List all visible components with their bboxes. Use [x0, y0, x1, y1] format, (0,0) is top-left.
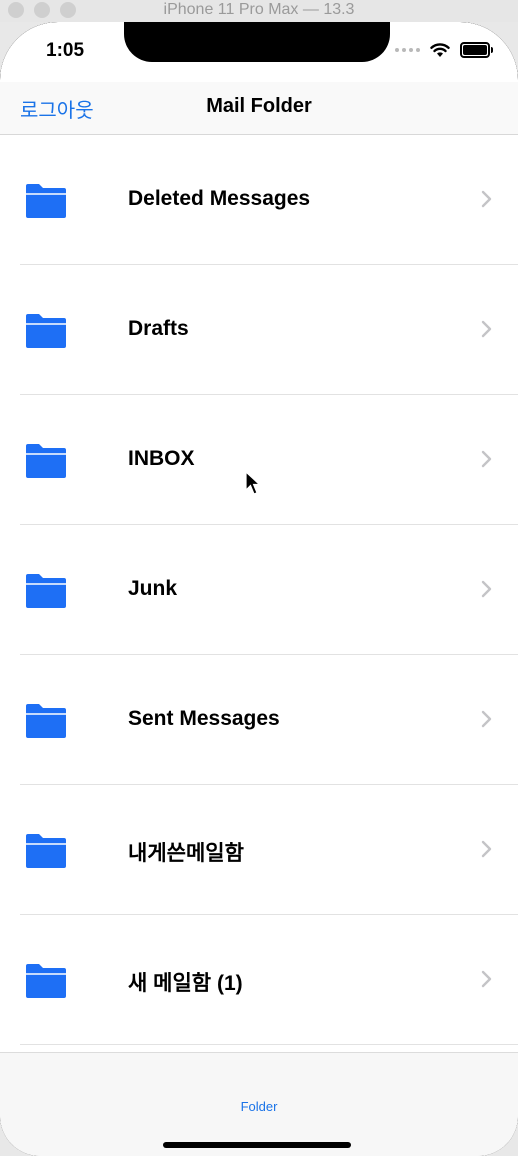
chevron-right-icon: [481, 580, 492, 598]
folder-icon: [26, 964, 66, 998]
simulator-title: iPhone 11 Pro Max — 13.3: [163, 1, 355, 18]
folder-label: Sent Messages: [128, 707, 280, 730]
folder-icon: [26, 184, 66, 218]
wifi-icon: [430, 42, 450, 57]
folder-label: Junk: [128, 577, 178, 600]
folder-icon: [26, 444, 66, 478]
tab-bar: Folder: [0, 1052, 518, 1156]
status-time: 1:05: [46, 40, 85, 61]
chevron-right-icon: [481, 190, 492, 208]
folder-row-sent-to-self[interactable]: 내게쓴메일함: [0, 785, 518, 915]
tab-folder[interactable]: Folder: [0, 1099, 518, 1114]
chevron-right-icon: [481, 450, 492, 468]
mouse-cursor-icon: [245, 471, 261, 495]
chevron-right-icon: [481, 970, 492, 988]
folder-icon: [26, 834, 66, 868]
chevron-right-icon: [481, 320, 492, 338]
folder-label: 새 메일함 (1): [128, 972, 243, 995]
notch: [124, 22, 390, 62]
folder-row-new-mailbox[interactable]: 새 메일함 (1): [0, 915, 518, 1045]
chevron-right-icon: [481, 840, 492, 858]
folder-icon: [26, 314, 66, 348]
folder-list: Deleted Messages Drafts INBOX Junk Sent: [0, 135, 518, 1045]
folder-label: 내게쓴메일함: [128, 842, 244, 865]
navigation-bar: 로그아웃 Mail Folder: [0, 82, 518, 135]
folder-row-sent-messages[interactable]: Sent Messages: [0, 655, 518, 785]
folder-row-drafts[interactable]: Drafts: [0, 265, 518, 395]
folder-row-junk[interactable]: Junk: [0, 525, 518, 655]
simulator-titlebar: iPhone 11 Pro Max — 13.3: [0, 0, 518, 22]
phone-screen: 1:05 로그아웃 Mail Folder Deleted Messages D…: [0, 22, 518, 1156]
folder-row-deleted-messages[interactable]: Deleted Messages: [0, 135, 518, 265]
status-icons: [395, 42, 493, 58]
folder-icon: [26, 574, 66, 608]
phone-frame: 1:05 로그아웃 Mail Folder Deleted Messages D…: [0, 22, 518, 1156]
folder-label: INBOX: [128, 447, 195, 470]
folder-label: Drafts: [128, 317, 189, 340]
folder-label: Deleted Messages: [128, 187, 311, 210]
home-indicator: [163, 1142, 351, 1148]
folder-icon: [26, 704, 66, 738]
cellular-signal-icon: [395, 48, 420, 52]
chevron-right-icon: [481, 710, 492, 728]
logout-button[interactable]: 로그아웃: [20, 94, 94, 123]
battery-icon: [460, 42, 493, 58]
folder-row-inbox[interactable]: INBOX: [0, 395, 518, 525]
